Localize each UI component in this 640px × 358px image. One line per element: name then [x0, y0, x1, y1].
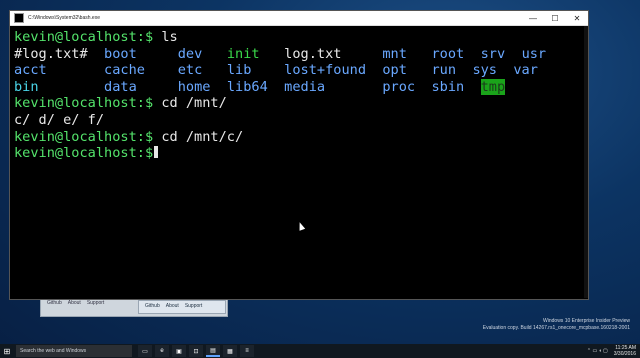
taskbar: ⊞ Search the web and Windows ▭ e ▣ ⊡ ▤ ▦…	[0, 344, 640, 358]
ls-entry: #log.txt#	[14, 45, 88, 62]
system-tray: ⌃ ▭ ◖ ▢ 11:25 AM 3/30/2016	[587, 345, 636, 357]
ls-entry: media	[284, 78, 326, 95]
command-text: cd /mnt/	[153, 95, 227, 112]
output-text: c/ d/ e/ f/	[14, 111, 105, 128]
terminal-line: acct cache etc lib lost+found opt run sy…	[14, 62, 584, 79]
app-icon[interactable]: ▦	[223, 345, 237, 357]
ls-entry: home	[177, 78, 211, 95]
bg2-tab-github: Github	[145, 303, 160, 309]
ls-entry: lib64	[226, 78, 268, 95]
task-view-icon[interactable]: ▭	[138, 345, 152, 357]
terminal-line: kevin@localhost:$ cd /mnt/c/	[14, 129, 584, 146]
ls-entry: dev	[177, 45, 203, 62]
ls-entry: tmp	[480, 78, 506, 95]
ls-entry: lost+found	[284, 62, 366, 79]
terminal-scrollbar[interactable]	[584, 26, 588, 298]
watermark-line-2: Evaluation copy. Build 14267.rs1_onecore…	[482, 325, 630, 331]
prompt: kevin@localhost:$	[14, 128, 154, 145]
prompt: kevin@localhost:$	[14, 95, 154, 112]
watermark-line-1: Windows 10 Enterprise Insider Preview	[543, 318, 630, 324]
ls-entry: root	[431, 45, 465, 62]
ls-entry: lib	[226, 62, 252, 79]
command-text: cd /mnt/c/	[153, 128, 244, 145]
store-icon[interactable]: ⊡	[189, 345, 203, 357]
terminal-screen[interactable]: kevin@localhost:$ ls #log.txt# boot dev …	[10, 26, 588, 165]
terminal-line: c/ d/ e/ f/	[14, 112, 584, 129]
start-button[interactable]: ⊞	[0, 344, 14, 358]
ls-entry: var	[513, 62, 538, 79]
ls-entry: srv	[480, 45, 506, 62]
tray-icons[interactable]: ⌃ ▭ ◖ ▢	[587, 348, 608, 354]
bg-tab-about: About	[67, 300, 81, 306]
bash-taskbar-icon[interactable]: ▤	[206, 345, 220, 357]
terminal-line: kevin@localhost:$ ls	[14, 29, 584, 46]
terminal-line: kevin@localhost:$ cd /mnt/	[14, 95, 584, 112]
terminal-titlebar[interactable]: C:\Windows\System32\bash.exe — ☐ ✕	[10, 11, 588, 26]
windows-watermark: Windows 10 Enterprise Insider Preview Ev…	[483, 318, 630, 332]
edge-icon[interactable]: e	[155, 345, 169, 357]
maximize-button[interactable]: ☐	[544, 11, 566, 25]
ls-entry: run	[431, 62, 457, 79]
ls-entry: opt	[382, 62, 407, 79]
search-input[interactable]: Search the web and Windows	[16, 345, 132, 357]
ls-entry: sbin	[431, 78, 465, 95]
ls-entry: usr	[521, 45, 547, 62]
bash-app-icon	[14, 13, 24, 23]
ls-entry: etc	[177, 62, 203, 79]
ls-entry: sys	[472, 62, 497, 79]
text-cursor	[154, 146, 159, 159]
ls-entry: bin	[14, 78, 39, 95]
ls-entry: data	[104, 78, 137, 95]
bg2-tab-support: Support	[184, 303, 203, 309]
ls-entry: boot	[104, 45, 137, 62]
terminal-line: #log.txt# boot dev init log.txt mnt root…	[14, 46, 584, 63]
app-icon-2[interactable]: ≡	[240, 345, 254, 357]
ls-entry: log.txt	[284, 45, 342, 62]
clock[interactable]: 11:25 AM 3/30/2016	[614, 345, 636, 357]
terminal-title: C:\Windows\System32\bash.exe	[28, 15, 100, 21]
clock-date: 3/30/2016	[613, 351, 636, 357]
ls-entry: init	[226, 45, 260, 62]
ls-entry: cache	[104, 62, 145, 79]
terminal-line: kevin@localhost:$	[14, 145, 584, 162]
bg-tab-support: Support	[86, 300, 105, 306]
prompt: kevin@localhost:$	[14, 145, 154, 162]
ls-entry: mnt	[382, 45, 407, 62]
prompt: kevin@localhost:$	[14, 29, 154, 45]
bg2-tab-about: About	[165, 303, 179, 309]
explorer-icon[interactable]: ▣	[172, 345, 186, 357]
command-text: ls	[153, 29, 178, 45]
ls-entry: acct	[14, 62, 47, 79]
bash-terminal-window[interactable]: C:\Windows\System32\bash.exe — ☐ ✕ kevin…	[9, 10, 589, 300]
terminal-line: bin data home lib64 media proc sbin tmp	[14, 78, 584, 96]
minimize-button[interactable]: —	[522, 11, 544, 25]
taskbar-apps: ▭ e ▣ ⊡ ▤ ▦ ≡	[138, 345, 254, 357]
background-window-2: Github About Support	[138, 300, 226, 314]
ls-entry: proc	[382, 78, 416, 95]
bg-tab-github: Github	[47, 300, 62, 306]
close-button[interactable]: ✕	[566, 11, 588, 25]
